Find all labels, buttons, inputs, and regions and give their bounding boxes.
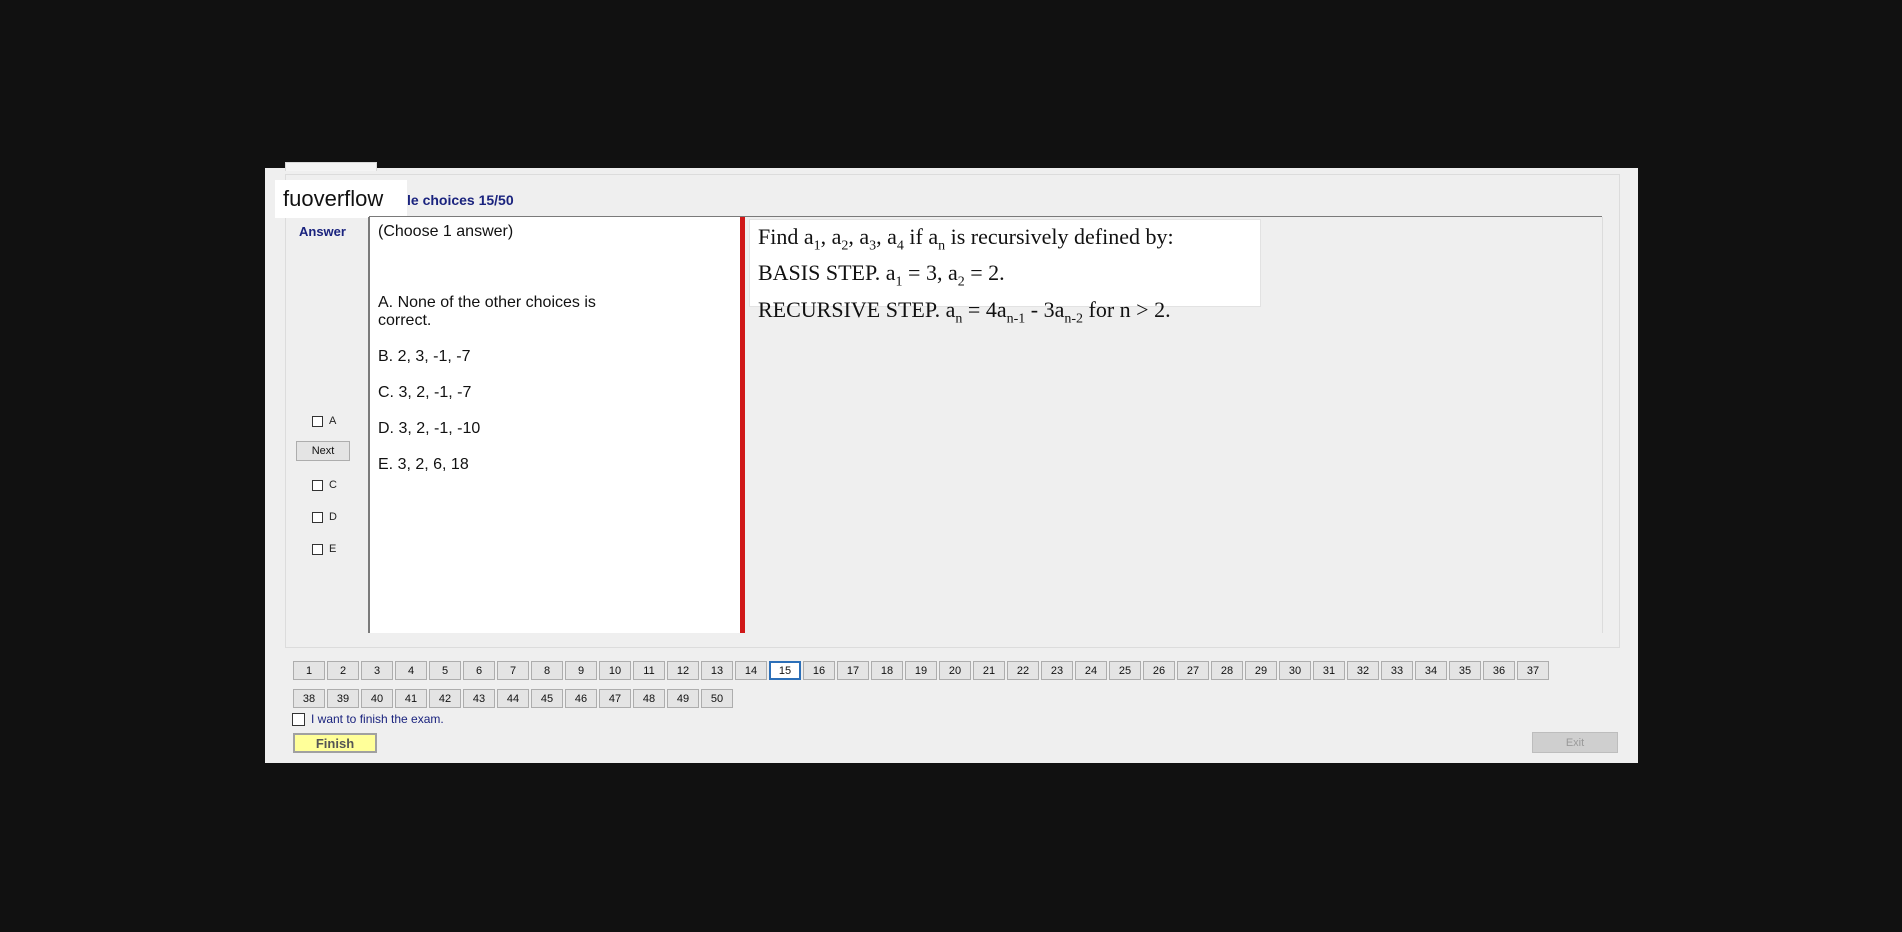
question-nav-button-20[interactable]: 20 xyxy=(939,661,971,680)
question-nav-button-3[interactable]: 3 xyxy=(361,661,393,680)
answer-checkbox-a[interactable] xyxy=(312,415,323,427)
watermark: fuoverflow xyxy=(275,180,407,218)
answer-option-d[interactable]: D xyxy=(312,509,337,525)
question-nav-button-32[interactable]: 32 xyxy=(1347,661,1379,680)
question-nav-button-14[interactable]: 14 xyxy=(735,661,767,680)
question-nav-button-41[interactable]: 41 xyxy=(395,689,427,708)
choice-e: E. 3, 2, 6, 18 xyxy=(378,456,469,473)
question-nav-button-34[interactable]: 34 xyxy=(1415,661,1447,680)
question-nav-button-39[interactable]: 39 xyxy=(327,689,359,708)
question-nav-button-26[interactable]: 26 xyxy=(1143,661,1175,680)
question-nav-button-49[interactable]: 49 xyxy=(667,689,699,708)
question-nav-button-37[interactable]: 37 xyxy=(1517,661,1549,680)
question-nav-button-36[interactable]: 36 xyxy=(1483,661,1515,680)
choice-a: A. None of the other choices is correct. xyxy=(378,294,596,329)
choice-d: D. 3, 2, -1, -10 xyxy=(378,420,481,437)
finish-exam-check[interactable]: I want to finish the exam. xyxy=(292,712,444,726)
window-tab[interactable] xyxy=(285,162,377,171)
answer-option-label: D xyxy=(329,511,337,523)
question-nav-button-46[interactable]: 46 xyxy=(565,689,597,708)
answer-option-label: C xyxy=(329,479,337,491)
question-nav-button-44[interactable]: 44 xyxy=(497,689,529,708)
question-nav-button-19[interactable]: 19 xyxy=(905,661,937,680)
question-nav-button-25[interactable]: 25 xyxy=(1109,661,1141,680)
question-nav-button-35[interactable]: 35 xyxy=(1449,661,1481,680)
answer-checkbox-c[interactable] xyxy=(312,479,323,491)
question-nav-button-33[interactable]: 33 xyxy=(1381,661,1413,680)
question-nav-button-4[interactable]: 4 xyxy=(395,661,427,680)
answer-option-c[interactable]: C xyxy=(312,477,337,493)
question-nav-button-28[interactable]: 28 xyxy=(1211,661,1243,680)
question-nav-button-29[interactable]: 29 xyxy=(1245,661,1277,680)
answer-checkbox-d[interactable] xyxy=(312,511,323,523)
question-nav-button-50[interactable]: 50 xyxy=(701,689,733,708)
question-line-3: RECURSIVE STEP. an = 4an-1 - 3an-2 for n… xyxy=(758,296,1171,327)
question-nav-row-2: 38 39 40 41 42 43 44 45 46 47 48 49 50 xyxy=(293,689,735,708)
question-nav-button-1[interactable]: 1 xyxy=(293,661,325,680)
question-nav-button-22[interactable]: 22 xyxy=(1007,661,1039,680)
question-nav-button-16[interactable]: 16 xyxy=(803,661,835,680)
answer-checkbox-e[interactable] xyxy=(312,543,323,555)
question-nav-button-12[interactable]: 12 xyxy=(667,661,699,680)
exit-button[interactable]: Exit xyxy=(1532,732,1618,753)
question-nav-button-24[interactable]: 24 xyxy=(1075,661,1107,680)
section-title: le choices 15/50 xyxy=(407,192,514,208)
question-line-2: BASIS STEP. a1 = 3, a2 = 2. xyxy=(758,260,1005,290)
answer-option-e[interactable]: E xyxy=(312,541,336,557)
question-nav-button-27[interactable]: 27 xyxy=(1177,661,1209,680)
question-text: Find a1, a2, a3, a4 if an is recursively… xyxy=(749,219,1261,326)
answer-option-label: E xyxy=(329,543,337,555)
choices-panel: (Choose 1 answer) A. None of the other c… xyxy=(368,217,740,633)
question-nav-button-6[interactable]: 6 xyxy=(463,661,495,680)
question-nav-button-47[interactable]: 47 xyxy=(599,689,631,708)
question-nav-button-8[interactable]: 8 xyxy=(531,661,563,680)
question-nav-button-40[interactable]: 40 xyxy=(361,689,393,708)
finish-button[interactable]: Finish xyxy=(293,733,377,753)
question-nav-row-1: 1 2 3 4 5 6 7 8 9 10 11 12 13 14 15 16 17 18 19 20 21 22 23 24 2… xyxy=(293,661,1551,680)
choice-b: B. 2, 3, -1, -7 xyxy=(378,348,471,365)
question-nav-button-13[interactable]: 13 xyxy=(701,661,733,680)
answer-option-a[interactable]: A xyxy=(312,413,336,429)
question-nav-button-48[interactable]: 48 xyxy=(633,689,665,708)
question-line-1: Find a1, a2, a3, a4 if an is recursively… xyxy=(758,224,1174,254)
question-nav-button-31[interactable]: 31 xyxy=(1313,661,1345,680)
choose-hint: (Choose 1 answer) xyxy=(378,223,514,240)
question-nav-button-10[interactable]: 10 xyxy=(599,661,631,680)
question-nav-button-42[interactable]: 42 xyxy=(429,689,461,708)
finish-check-label: I want to finish the exam. xyxy=(311,712,444,726)
finish-checkbox[interactable] xyxy=(292,712,305,726)
question-nav-button-18[interactable]: 18 xyxy=(871,661,903,680)
question-nav-button-2[interactable]: 2 xyxy=(327,661,359,680)
question-nav-button-30[interactable]: 30 xyxy=(1279,661,1311,680)
answer-option-label: A xyxy=(329,415,337,427)
answer-label: Answer xyxy=(299,224,346,239)
question-nav-button-21[interactable]: 21 xyxy=(973,661,1005,680)
question-nav-button-15[interactable]: 15 xyxy=(769,661,801,680)
question-nav-button-43[interactable]: 43 xyxy=(463,689,495,708)
question-nav-button-5[interactable]: 5 xyxy=(429,661,461,680)
question-nav-button-7[interactable]: 7 xyxy=(497,661,529,680)
question-nav-button-11[interactable]: 11 xyxy=(633,661,665,680)
question-nav-button-38[interactable]: 38 xyxy=(293,689,325,708)
question-nav-button-17[interactable]: 17 xyxy=(837,661,869,680)
choice-c: C. 3, 2, -1, -7 xyxy=(378,384,472,401)
question-nav-button-9[interactable]: 9 xyxy=(565,661,597,680)
next-button[interactable]: Next xyxy=(296,441,350,461)
question-nav-button-45[interactable]: 45 xyxy=(531,689,563,708)
question-nav-button-23[interactable]: 23 xyxy=(1041,661,1073,680)
exam-window: fuoverflow le choices 15/50 Answer A B C… xyxy=(265,162,1638,763)
question-panel: Find a1, a2, a3, a4 if an is recursively… xyxy=(745,217,1603,633)
